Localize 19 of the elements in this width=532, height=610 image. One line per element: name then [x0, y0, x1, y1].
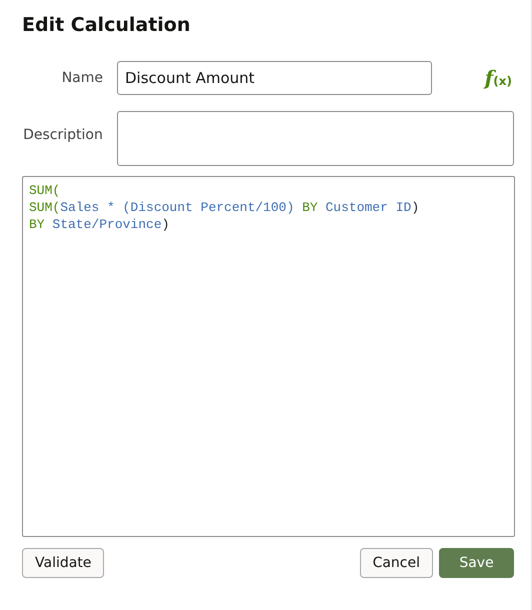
code-token: BY [29, 217, 46, 232]
code-token: Sales * (Discount Percent/100) [60, 200, 294, 215]
formula-button[interactable]: f(x) [484, 66, 512, 90]
code-token: SUM( [29, 200, 60, 215]
dialog-button[interactable]: Validate [22, 548, 104, 578]
field-label: Description [22, 127, 103, 143]
code-token: State/Province [52, 217, 162, 232]
code-token: BY [301, 200, 319, 215]
name-field[interactable]: Discount Amount [117, 61, 432, 95]
expression-editor[interactable]: SUM( SUM(Sales * (Discount Percent/100) BY Customer ID) BY State/Province) [22, 176, 515, 537]
code-token: Customer ID [325, 200, 412, 215]
description-field[interactable] [116, 111, 514, 166]
code-token: ) [411, 200, 420, 215]
dialog-button[interactable]: Save [439, 548, 514, 578]
dialog-button[interactable]: Cancel [360, 548, 433, 578]
code-token: SUM( [29, 183, 60, 198]
field-label: Name [60, 70, 103, 86]
dialog-title: Edit Calculation [22, 14, 192, 36]
code-token: ) [162, 217, 170, 232]
